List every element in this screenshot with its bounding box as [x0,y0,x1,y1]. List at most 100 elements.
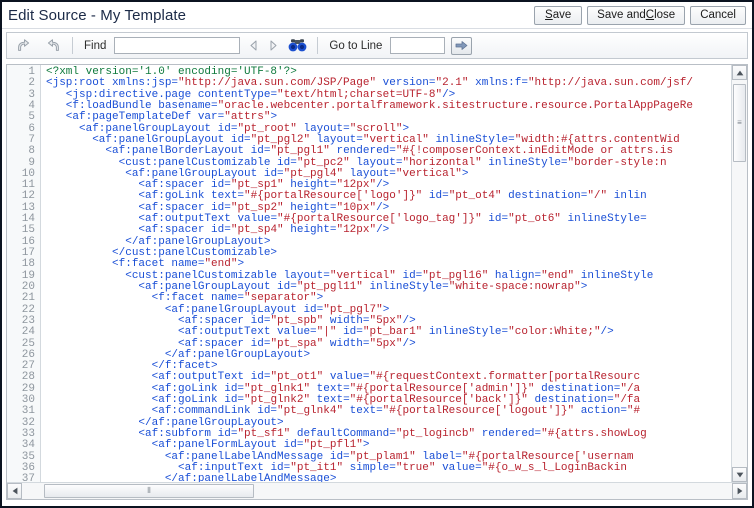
line-number: 4 [28,99,35,112]
code-token: var= [197,111,225,124]
code-token: id= [230,133,251,146]
code-text-area[interactable]: <?xml version='1.0' encoding='UTF-8'?> <j… [41,65,731,482]
code-token: <af:spacer [46,337,251,350]
scroll-left-icon[interactable] [7,483,22,499]
vertical-scroll-thumb[interactable]: ≡ [733,84,746,162]
code-token: height= [283,201,337,214]
code-token: "border-style:n [567,156,667,169]
code-token: value= [237,213,278,226]
code-token: defaultCommand= [290,428,396,440]
code-token: "vertical" [362,133,429,146]
code-token: <af:commandLink [46,405,258,418]
code-token: "vertical" [329,269,396,282]
code-token: "/a [620,382,641,395]
line-number: 18 [21,258,35,271]
code-token: layout= [310,133,363,146]
vertical-scrollbar[interactable]: ≡ [731,65,747,482]
code-token: "pt_pgl11" [296,280,363,293]
code-token: <af:panelLabelAndMessage [46,450,330,463]
code-token: "pt_root" [237,122,297,135]
code-token: > [461,167,469,180]
code-token: "true" [395,461,436,474]
code-token: width= [323,314,370,327]
code-token: <af:pageTemplateDef [46,111,198,124]
code-token: action= [574,405,627,418]
code-token: <af:inputText [46,461,271,474]
code-token: "pt_bar1" [362,326,423,339]
code-token: "pt_sp2" [230,201,284,214]
line-number: 7 [28,133,35,146]
code-token: rendered= [329,145,396,158]
scroll-down-icon[interactable] [732,467,747,482]
code-token: "#{o_w_s_l_LoginBackin [481,461,627,474]
code-token: "pt_plam1" [349,450,416,463]
previous-match-icon[interactable] [246,38,260,54]
code-token: /> [402,337,416,350]
code-token: inlineStyle= [560,213,647,226]
code-token: "scroll" [349,122,403,135]
code-token: halign= [488,269,542,282]
code-token: "pt_pfl1" [303,439,363,452]
find-input[interactable] [114,37,241,54]
code-token: "pt_sp4" [230,224,284,237]
code-token: "pt_ot4" [448,190,502,203]
goto-line-label: Go to Line [329,39,383,52]
go-arrow-icon[interactable] [451,36,473,55]
horizontal-scrollbar[interactable]: ⦀ [7,482,747,499]
cancel-button-label: Cancel [700,9,736,21]
code-token: "pt_glnk4" [277,405,344,418]
code-token: "/fa [613,394,641,407]
code-region[interactable]: 1 2 3 4 5 6 7 8 9 10 11 12 13 14 15 16 17 18 19 20 21 22 23 24 2… [7,65,731,482]
code-token: > [402,122,410,135]
code-token: "separator" [244,292,317,305]
code-token: "horizontal" [402,156,482,169]
horizontal-scroll-thumb[interactable]: ⦀ [44,484,254,498]
source-editor: 1 2 3 4 5 6 7 8 9 10 11 12 13 14 15 16 17 18 19 20 21 22 23 24 2… [6,64,748,500]
vertical-scroll-track[interactable]: ≡ [732,80,747,467]
code-token: id= [211,179,231,192]
code-token: text= [343,405,383,418]
code-token: "pt_glnk2" [244,394,311,407]
code-token: <af:subform [46,428,218,440]
save-button[interactable]: Save [534,5,583,25]
code-token: "http://java.sun.com/JSP/Page" [178,77,377,90]
code-token: <af:spacer [46,179,212,192]
code-token: "pt_logincb" [395,428,476,440]
code-token: "attrs" [224,111,271,124]
save-and-close-label-post: lose [654,9,676,21]
code-token: <af:spacer [46,314,251,327]
code-token: </af:panelGroupLayout> [46,416,284,429]
next-match-icon[interactable] [266,38,280,54]
cancel-button[interactable]: Cancel [690,5,746,25]
code-token: id= [277,280,297,293]
code-token: id= [217,428,238,440]
code-token: id= [481,213,509,226]
code-token: /> [600,326,614,339]
code-token: id= [263,167,284,180]
toolbar-container: Find Go to Line [2,29,752,61]
save-and-close-button[interactable]: Save and Close [587,5,686,25]
code-token: <af:spacer [46,224,212,237]
scroll-up-icon[interactable] [732,65,747,80]
binoculars-icon[interactable] [286,36,308,56]
code-token: "#{requestContext.formatter[portalResour… [369,371,641,384]
undo-icon[interactable] [13,36,35,56]
scroll-right-icon[interactable] [732,483,747,499]
code-token: inlineStyle= [362,280,449,293]
code-token: <af:panelGroupLayout [46,280,278,293]
code-token: <af:panelGroupLayout [46,133,231,146]
code-token: <af:panelGroupLayout [46,122,218,135]
code-token: > [362,439,370,452]
code-token: id= [395,269,423,282]
code-token: xmlns:f= [468,77,528,90]
code-token: "10px" [336,201,377,214]
code-token: id= [303,303,324,316]
code-token: <af:outputText [46,326,278,339]
redo-icon[interactable] [41,36,63,56]
horizontal-scroll-track[interactable]: ⦀ [22,483,732,499]
line-number: 8 [28,145,35,158]
code-token: "pt_sf1" [237,428,291,440]
line-number: 21 [21,292,35,305]
goto-line-input[interactable] [390,37,446,54]
code-token: value= [435,461,482,474]
